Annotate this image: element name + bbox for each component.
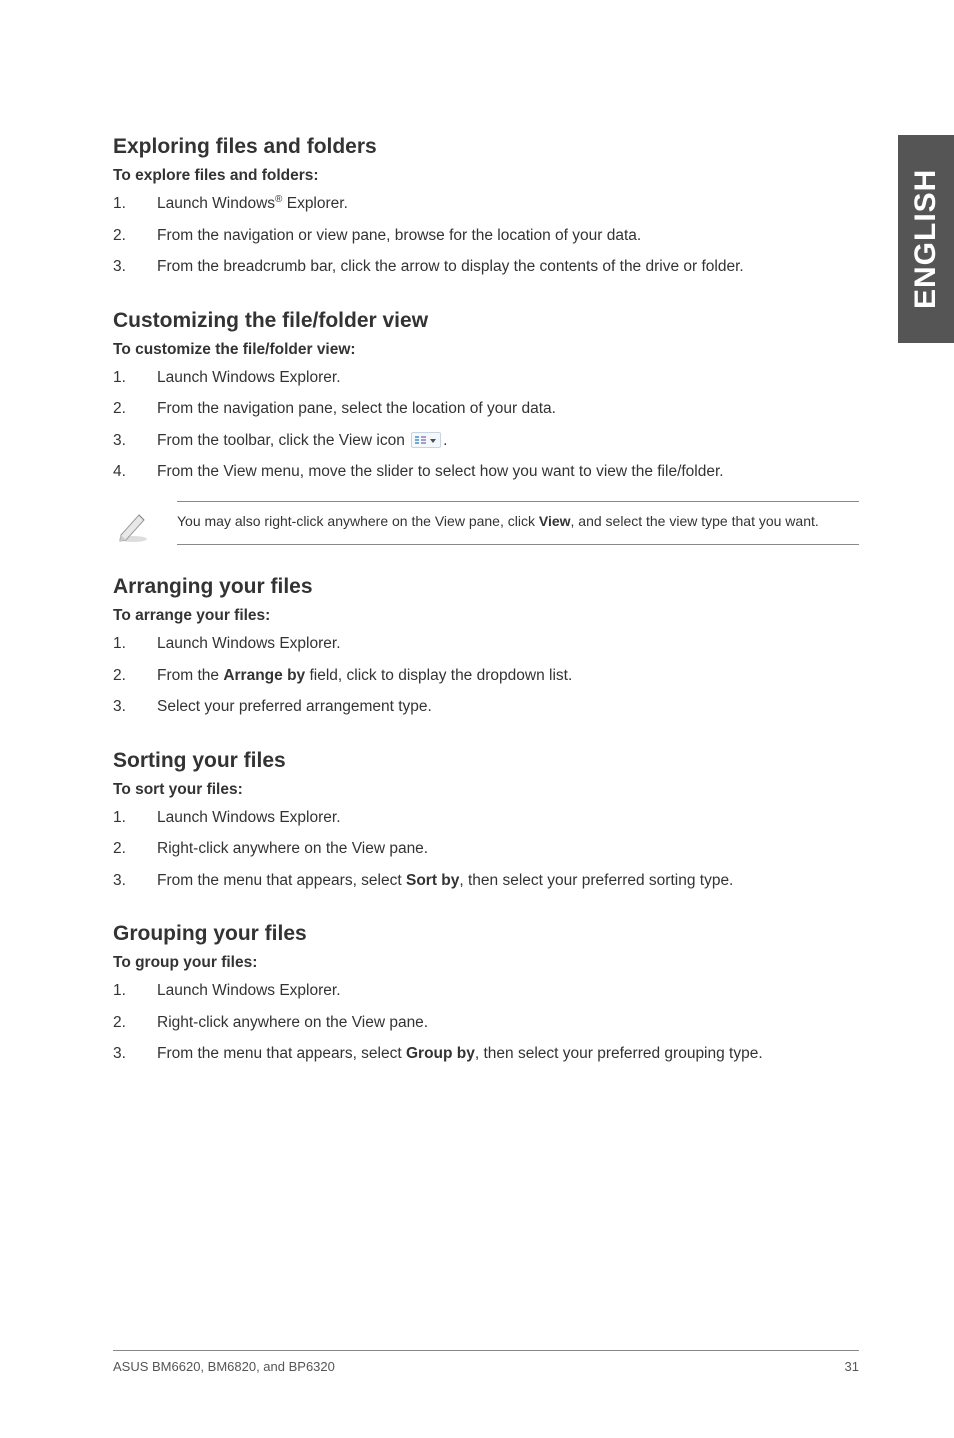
page-footer: ASUS BM6620, BM6820, and BP6320 31	[113, 1350, 859, 1374]
list-text: Launch Windows Explorer.	[157, 633, 859, 655]
section-grouping: Grouping your files To group your files:…	[113, 922, 859, 1065]
list-item: 4. From the View menu, move the slider t…	[113, 461, 859, 483]
list-item: 3. Select your preferred arrangement typ…	[113, 696, 859, 718]
subhead-arranging: To arrange your files:	[113, 607, 859, 625]
heading-arranging: Arranging your files	[113, 575, 859, 599]
list-text: Launch Windows Explorer.	[157, 367, 859, 389]
list-item: 2. From the navigation or view pane, bro…	[113, 225, 859, 247]
list-sorting: 1. Launch Windows Explorer. 2. Right-cli…	[113, 807, 859, 892]
list-number: 3.	[113, 430, 157, 452]
list-number: 2.	[113, 838, 157, 860]
list-text: From the breadcrumb bar, click the arrow…	[157, 256, 859, 278]
heading-grouping: Grouping your files	[113, 922, 859, 946]
page-content: Exploring files and folders To explore f…	[0, 0, 954, 1438]
list-text: From the menu that appears, select Sort …	[157, 870, 859, 892]
list-item: 1. Launch Windows Explorer.	[113, 633, 859, 655]
list-number: 2.	[113, 225, 157, 247]
section-exploring: Exploring files and folders To explore f…	[113, 135, 859, 279]
section-arranging: Arranging your files To arrange your fil…	[113, 575, 859, 718]
list-number: 1.	[113, 980, 157, 1002]
list-item: 3. From the breadcrumb bar, click the ar…	[113, 256, 859, 278]
list-text: Right-click anywhere on the View pane.	[157, 838, 859, 860]
subhead-customizing: To customize the file/folder view:	[113, 341, 859, 359]
list-item: 1. Launch Windows Explorer.	[113, 980, 859, 1002]
view-dropdown-icon	[411, 432, 441, 448]
footer-page-number: 31	[845, 1359, 859, 1374]
subhead-grouping: To group your files:	[113, 954, 859, 972]
heading-sorting: Sorting your files	[113, 749, 859, 773]
subhead-sorting: To sort your files:	[113, 781, 859, 799]
list-number: 3.	[113, 1043, 157, 1065]
section-sorting: Sorting your files To sort your files: 1…	[113, 749, 859, 892]
list-number: 1.	[113, 367, 157, 389]
heading-customizing: Customizing the file/folder view	[113, 309, 859, 333]
list-text: From the menu that appears, select Group…	[157, 1043, 859, 1065]
list-number: 4.	[113, 461, 157, 483]
note-text: You may also right-click anywhere on the…	[177, 501, 859, 545]
list-number: 1.	[113, 807, 157, 829]
list-arranging: 1. Launch Windows Explorer. 2. From the …	[113, 633, 859, 718]
list-number: 3.	[113, 256, 157, 278]
list-item: 2. From the Arrange by field, click to d…	[113, 665, 859, 687]
list-text: From the Arrange by field, click to disp…	[157, 665, 859, 687]
list-customizing: 1. Launch Windows Explorer. 2. From the …	[113, 367, 859, 484]
subhead-exploring: To explore files and folders:	[113, 167, 859, 185]
list-item: 3. From the menu that appears, select So…	[113, 870, 859, 892]
list-number: 3.	[113, 696, 157, 718]
list-item: 2. From the navigation pane, select the …	[113, 398, 859, 420]
note-box: You may also right-click anywhere on the…	[113, 501, 859, 545]
list-text: From the toolbar, click the View icon .	[157, 430, 859, 452]
pencil-icon	[113, 501, 177, 545]
list-number: 2.	[113, 665, 157, 687]
list-number: 1.	[113, 633, 157, 655]
list-text: Launch Windows Explorer.	[157, 807, 859, 829]
list-text: From the navigation pane, select the loc…	[157, 398, 859, 420]
list-text: Launch Windows® Explorer.	[157, 193, 859, 216]
list-item: 3. From the menu that appears, select Gr…	[113, 1043, 859, 1065]
list-exploring: 1. Launch Windows® Explorer. 2. From the…	[113, 193, 859, 279]
list-item: 1. Launch Windows® Explorer.	[113, 193, 859, 216]
list-text: Select your preferred arrangement type.	[157, 696, 859, 718]
list-number: 1.	[113, 193, 157, 216]
list-text: From the navigation or view pane, browse…	[157, 225, 859, 247]
list-text: Right-click anywhere on the View pane.	[157, 1012, 859, 1034]
list-item: 2. Right-click anywhere on the View pane…	[113, 838, 859, 860]
list-item: 2. Right-click anywhere on the View pane…	[113, 1012, 859, 1034]
list-item: 3. From the toolbar, click the View icon…	[113, 430, 859, 452]
section-customizing: Customizing the file/folder view To cust…	[113, 309, 859, 546]
list-item: 1. Launch Windows Explorer.	[113, 807, 859, 829]
list-number: 3.	[113, 870, 157, 892]
list-text: From the View menu, move the slider to s…	[157, 461, 859, 483]
footer-left: ASUS BM6620, BM6820, and BP6320	[113, 1359, 335, 1374]
list-number: 2.	[113, 398, 157, 420]
list-number: 2.	[113, 1012, 157, 1034]
list-grouping: 1. Launch Windows Explorer. 2. Right-cli…	[113, 980, 859, 1065]
list-item: 1. Launch Windows Explorer.	[113, 367, 859, 389]
heading-exploring: Exploring files and folders	[113, 135, 859, 159]
list-text: Launch Windows Explorer.	[157, 980, 859, 1002]
